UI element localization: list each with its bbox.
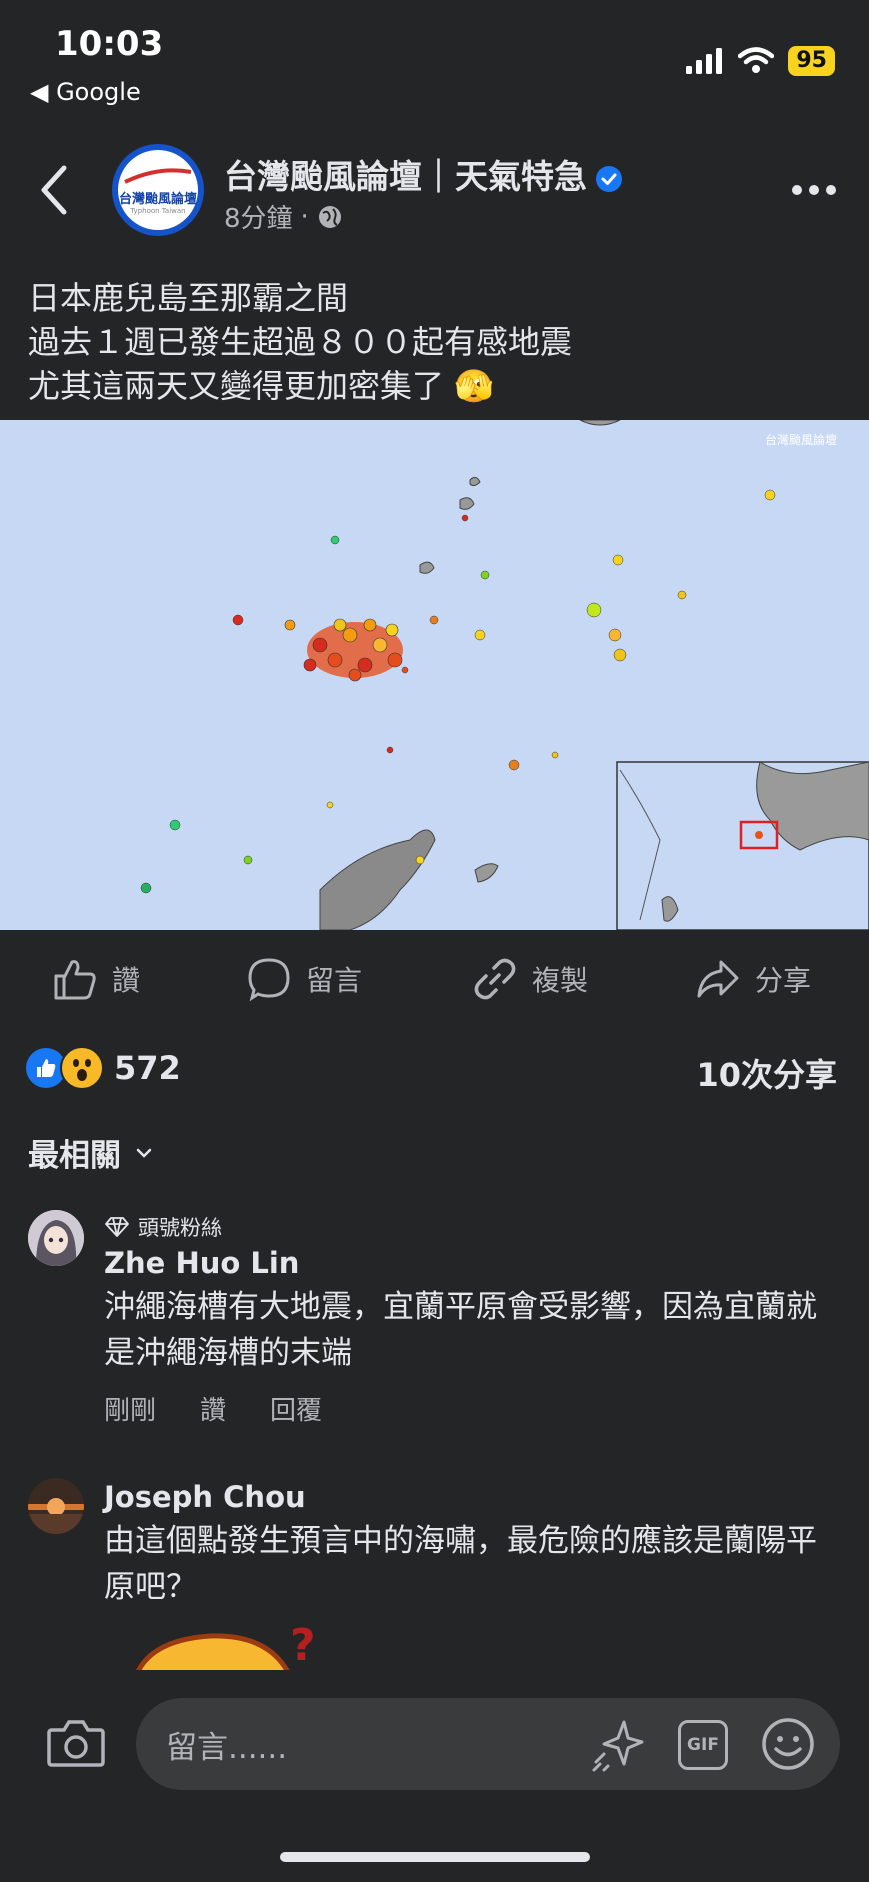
commenter-name[interactable]: Zhe Huo Lin xyxy=(104,1246,299,1280)
inset-map xyxy=(616,761,869,931)
post-text-line: 過去１週已發生超過８００起有感地震 xyxy=(28,323,573,361)
post-text: 日本鹿兒島至那霸之間 過去１週已發生超過８００起有感地震 尤其這兩天又變得更加密… xyxy=(28,276,848,408)
badge-label: 頭號粉絲 xyxy=(138,1216,222,1240)
copy-link-button[interactable]: 複製 xyxy=(472,956,588,1002)
copy-label: 複製 xyxy=(532,964,589,997)
like-button[interactable]: 讚 xyxy=(52,956,140,1002)
comment-time: 剛剛 xyxy=(104,1396,157,1426)
comment-icon xyxy=(248,958,290,1002)
status-icons: 95 xyxy=(686,46,835,76)
camera-icon[interactable] xyxy=(46,1716,106,1770)
gif-icon: GIF xyxy=(687,1735,719,1755)
avatar-logo-text: 台灣颱風論壇 xyxy=(118,191,197,207)
like-label: 讚 xyxy=(112,964,141,997)
post-meta: 8分鐘 · xyxy=(224,198,343,235)
like-icon xyxy=(54,960,96,1000)
page-name[interactable]: 台灣颱風論壇｜天氣特急 xyxy=(224,150,623,198)
back-arrow-icon[interactable] xyxy=(36,160,76,220)
earthquake-map-image[interactable]: 台灣颱風論壇 xyxy=(0,419,869,931)
commenter-avatar[interactable] xyxy=(28,1210,84,1266)
comment-actions: 剛剛 讚 回覆 xyxy=(104,1390,322,1427)
home-indicator[interactable] xyxy=(280,1852,590,1862)
emoji-icon[interactable] xyxy=(760,1716,816,1772)
avatar-logo-subtext: Typhoon Taiwan xyxy=(130,206,186,215)
share-label: 分享 xyxy=(755,964,812,997)
share-icon xyxy=(697,960,739,998)
earthquake-map-graphic: 台灣颱風論壇 xyxy=(0,419,869,931)
verified-icon xyxy=(596,165,622,192)
commenter-name[interactable]: Joseph Chou xyxy=(104,1480,306,1514)
post-action-bar: 讚 留言 複製 分享 xyxy=(0,948,869,1008)
comment-reply-button[interactable]: 回覆 xyxy=(270,1390,322,1427)
page-name-text: 台灣颱風論壇｜天氣特急 xyxy=(224,157,587,196)
comment-sticker-image: ? xyxy=(133,1626,316,1676)
svg-text:?: ? xyxy=(290,1626,316,1671)
comment-text: 沖繩海槽有大地震，宜蘭平原會受影響，因為宜蘭就是沖繩海槽的末端 xyxy=(104,1289,817,1371)
back-to-app-link[interactable]: ◀ Google xyxy=(30,78,141,106)
comment-like-button[interactable]: 讚 xyxy=(200,1390,226,1427)
share-count[interactable]: 10次分享 xyxy=(696,1050,837,1096)
signal-icon xyxy=(686,48,723,74)
meta-separator: · xyxy=(300,201,309,232)
commenter-avatar[interactable] xyxy=(28,1478,84,1534)
wow-reaction-icon xyxy=(60,1046,104,1090)
post-text-line: 尤其這兩天又變得更加密集了 🫣 xyxy=(28,367,495,405)
page-avatar[interactable]: 台灣颱風論壇 Typhoon Taiwan xyxy=(112,144,204,236)
reactions-summary[interactable]: 572 xyxy=(26,1046,181,1090)
comment-input-placeholder: 留言...... xyxy=(166,1730,288,1766)
post-age: 8分鐘 xyxy=(224,204,293,234)
top-fan-badge: 頭號粉絲 xyxy=(104,1212,222,1242)
gif-button[interactable]: GIF xyxy=(678,1720,728,1770)
post-text-line: 日本鹿兒島至那霸之間 xyxy=(28,279,349,317)
chevron-down-icon xyxy=(136,1148,152,1158)
logo-swoosh xyxy=(124,167,192,184)
wifi-icon xyxy=(738,47,775,73)
map-watermark: 台灣颱風論壇 xyxy=(765,432,837,447)
share-button[interactable]: 分享 xyxy=(695,956,811,1002)
link-icon xyxy=(474,958,516,1000)
globe-icon xyxy=(318,205,341,228)
comment-text: 由這個點發生預言中的海嘯，最危險的應該是蘭陽平原吧？ xyxy=(104,1523,817,1605)
sort-label: 最相關 xyxy=(28,1138,121,1174)
status-time: 10:03 xyxy=(55,24,164,64)
battery-level: 95 xyxy=(788,46,835,76)
reaction-count: 572 xyxy=(114,1049,181,1087)
comment-button[interactable]: 留言 xyxy=(246,956,362,1002)
comment-label: 留言 xyxy=(306,964,363,997)
sparkle-icon[interactable] xyxy=(590,1718,646,1774)
diamond-icon xyxy=(105,1217,129,1237)
comment-sort-dropdown[interactable]: 最相關 xyxy=(28,1130,153,1175)
more-options-icon[interactable] xyxy=(789,170,839,210)
